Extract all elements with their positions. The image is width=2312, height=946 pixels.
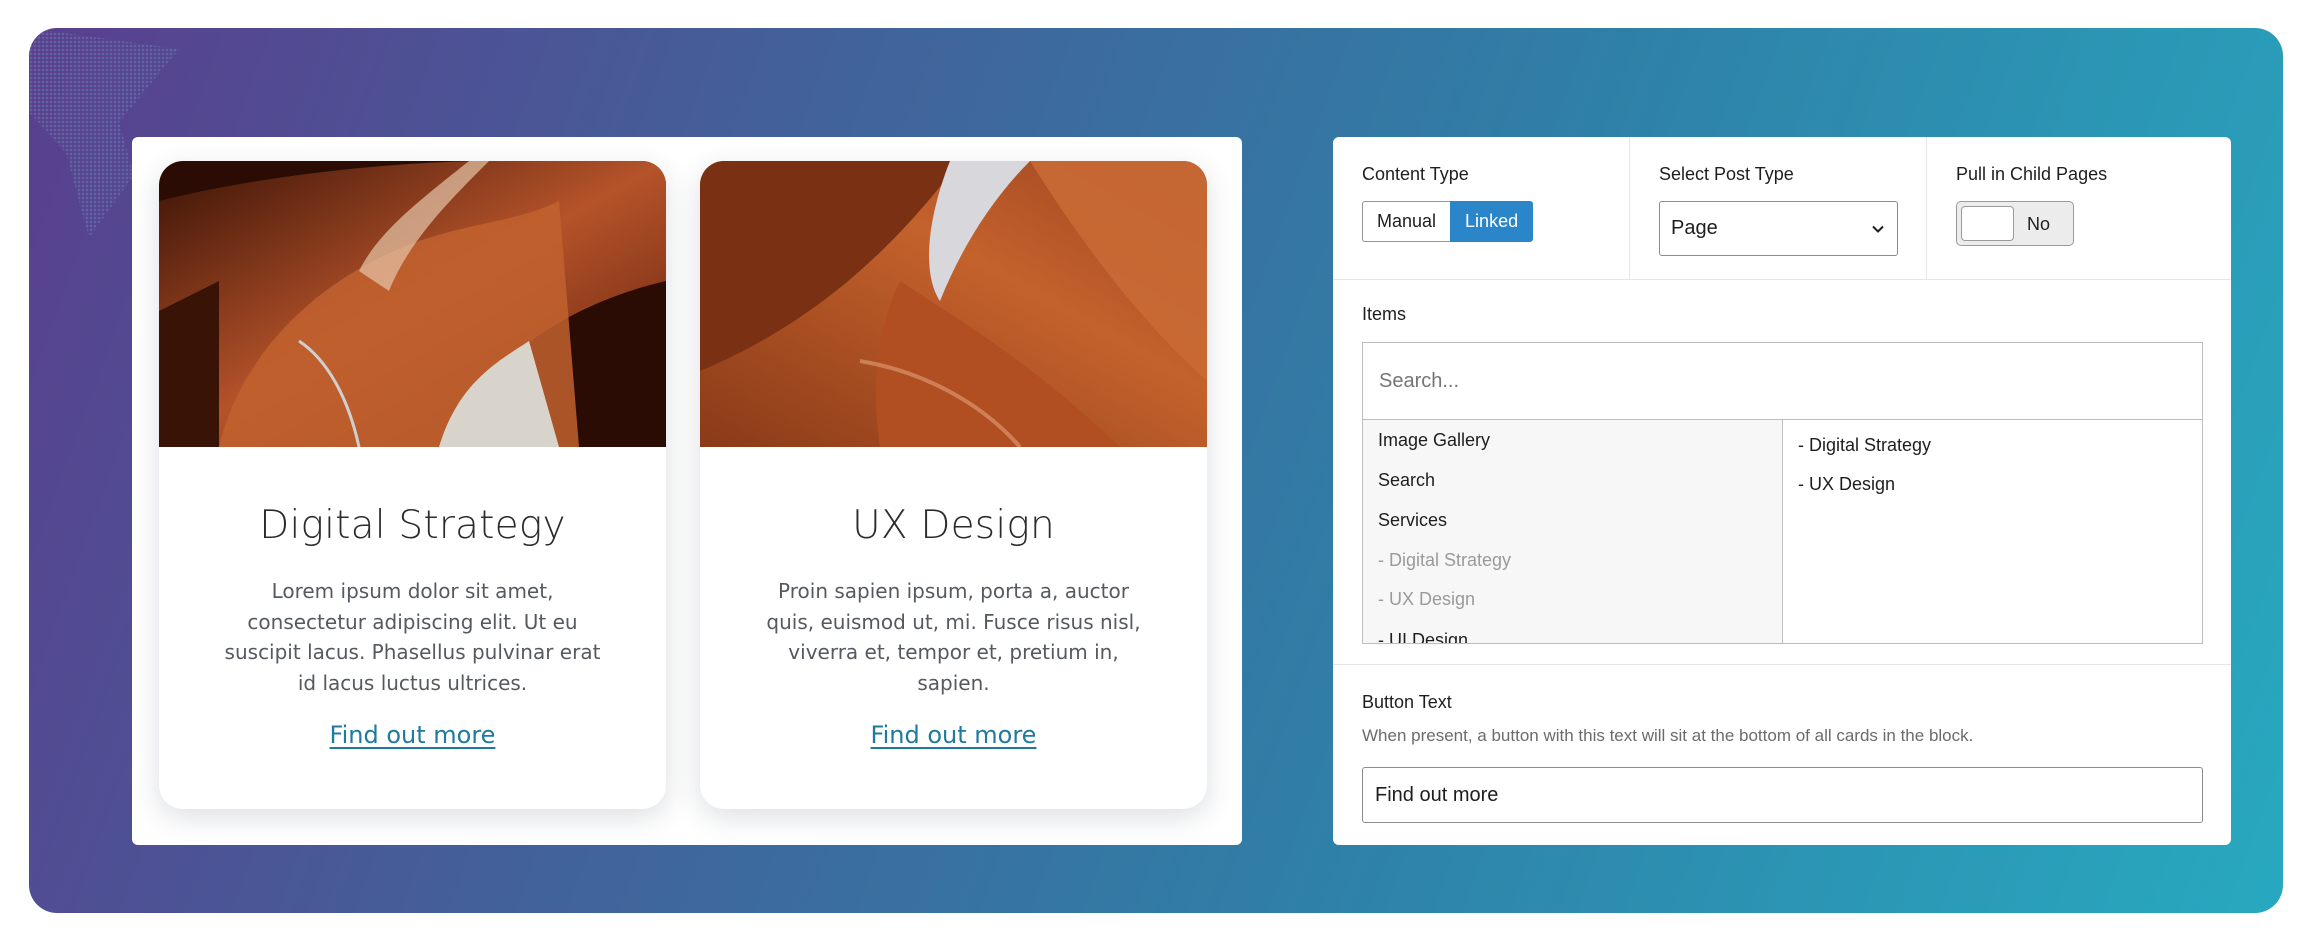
cards-preview: Digital Strategy Lorem ipsum dolor sit a… <box>132 137 1242 845</box>
available-items-list[interactable]: Image Gallery Search Services - Digital … <box>1363 420 1783 643</box>
card-ux-design: UX Design Proin sapien ipsum, porta a, a… <box>700 161 1207 809</box>
content-type-group: Content Type Manual Linked <box>1333 137 1630 280</box>
card-body: Lorem ipsum dolor sit amet, consectetur … <box>224 579 601 695</box>
selected-item[interactable]: - UX Design <box>1798 474 1895 495</box>
available-item[interactable]: Image Gallery <box>1378 430 1490 451</box>
toggle-state-text: No <box>2027 214 2051 234</box>
items-section: Items Search... Image Gallery Search Ser… <box>1333 280 2231 665</box>
button-text-label: Button Text <box>1362 692 1452 712</box>
child-pages-group: Pull in Child Pages No <box>1927 137 2231 280</box>
items-picker: Search... Image Gallery Search Services … <box>1362 342 2203 644</box>
selected-items-list[interactable]: - Digital Strategy - UX Design <box>1783 420 2202 643</box>
card-image <box>159 161 666 447</box>
available-item-disabled: - Digital Strategy <box>1378 550 1512 570</box>
button-text-help: When present, a button with this text wi… <box>1362 726 1974 745</box>
post-type-value: Page <box>1671 217 1718 239</box>
available-item[interactable]: Search <box>1378 470 1435 491</box>
button-text-section: Button Text When present, a button with … <box>1333 665 2231 845</box>
background-stage: Digital Strategy Lorem ipsum dolor sit a… <box>29 28 2283 913</box>
block-settings-panel: Content Type Manual Linked Select Post T… <box>1333 137 2231 845</box>
card-body: Proin sapien ipsum, porta a, auctor quis… <box>766 579 1141 695</box>
card-title: UX Design <box>852 503 1055 548</box>
find-out-more-link[interactable]: Find out more <box>700 721 1207 749</box>
available-item[interactable]: Services <box>1378 510 1447 531</box>
post-type-label: Select Post Type <box>1659 164 1794 184</box>
button-text-input[interactable]: Find out more <box>1362 767 2203 823</box>
content-type-toggle: Manual Linked <box>1362 201 1534 242</box>
child-pages-label: Pull in Child Pages <box>1956 164 2108 184</box>
card-title: Digital Strategy <box>259 503 566 548</box>
chevron-down-icon <box>1872 225 1884 233</box>
post-type-select[interactable]: Page <box>1659 201 1898 256</box>
child-pages-toggle[interactable]: No <box>1956 201 2074 246</box>
items-search-input[interactable]: Search... <box>1363 343 2202 420</box>
content-type-manual-button[interactable]: Manual <box>1362 201 1451 242</box>
card-image <box>700 161 1207 447</box>
content-type-label: Content Type <box>1362 164 1469 184</box>
toggle-knob <box>1961 206 2014 241</box>
items-label: Items <box>1362 304 1407 324</box>
card-digital-strategy: Digital Strategy Lorem ipsum dolor sit a… <box>159 161 666 809</box>
available-item[interactable]: - UI Design <box>1378 630 1468 643</box>
content-type-linked-button[interactable]: Linked <box>1450 201 1534 242</box>
find-out-more-link[interactable]: Find out more <box>159 721 666 749</box>
selected-item[interactable]: - Digital Strategy <box>1798 435 1931 456</box>
settings-top-row: Content Type Manual Linked Select Post T… <box>1333 137 2231 280</box>
post-type-group: Select Post Type Page <box>1630 137 1927 280</box>
available-item-disabled: - UX Design <box>1378 589 1476 609</box>
